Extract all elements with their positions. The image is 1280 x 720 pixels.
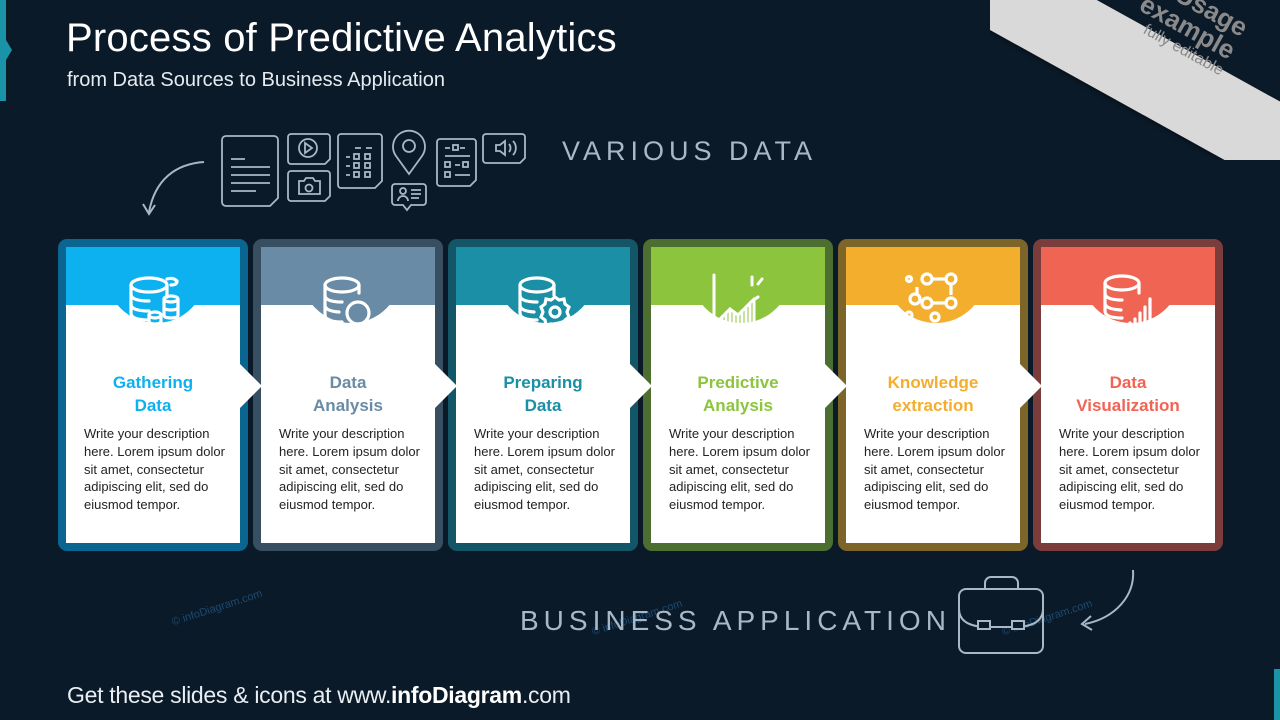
footer-prefix: Get these slides & icons at www. [67, 682, 392, 708]
growth-chart-icon [712, 273, 768, 329]
camera-icon [287, 170, 331, 202]
step-title-line-2: extraction [892, 396, 974, 415]
step-title: Gathering Data [66, 371, 240, 417]
step-title-line-2: Visualization [1076, 396, 1180, 415]
step-title-line-1: Preparing [503, 373, 583, 392]
database-chart-icon [1103, 274, 1158, 331]
step-description: Write your description here. Lorem ipsum… [84, 426, 225, 513]
various-data-label: VARIOUS DATA [562, 136, 818, 166]
document-icon [221, 135, 279, 207]
audio-icon [482, 133, 526, 164]
step-description: Write your description here. Lorem ipsum… [864, 426, 1005, 513]
step-title-line-1: Data [1109, 373, 1147, 392]
process-step-card: Gathering Data Write your description he… [58, 239, 262, 551]
database-badge-icon [518, 276, 571, 335]
card-body: Knowledge extraction Write your descript… [846, 247, 1042, 543]
curved-arrow-left-icon [1080, 569, 1135, 631]
process-step-card: Predictive Analysis Write your descripti… [643, 239, 847, 551]
step-title-line-1: Predictive [697, 373, 779, 392]
chevron-right-icon [435, 364, 457, 408]
contact-card-icon [391, 183, 427, 212]
briefcase-icon [958, 576, 1044, 654]
card-body: Data Visualization Write your descriptio… [1041, 247, 1215, 543]
step-title: Data Analysis [261, 371, 435, 417]
step-description: Write your description here. Lorem ipsum… [474, 426, 615, 513]
data-sources-icons [221, 129, 526, 212]
process-step-card: Preparing Data Write your description he… [448, 239, 652, 551]
spreadsheet-icon [337, 133, 383, 189]
card-body: Gathering Data Write your description he… [66, 247, 262, 543]
chevron-right-icon [630, 364, 652, 408]
footer-promo: Get these slides & icons at www.infoDiag… [67, 682, 571, 709]
footer-suffix: .com [521, 682, 571, 708]
database-search-icon [323, 276, 377, 332]
process-step-card: Data Visualization Write your descriptio… [1033, 239, 1223, 551]
step-description: Write your description here. Lorem ipsum… [279, 426, 420, 513]
step-title-line-2: Data [524, 396, 562, 415]
play-video-icon [287, 133, 331, 165]
step-description: Write your description here. Lorem ipsum… [669, 426, 810, 513]
chevron-right-icon [240, 364, 262, 408]
process-step-card: Data Analysis Write your description her… [253, 239, 457, 551]
page-title: Process of Predictive Analytics [66, 16, 617, 60]
footer-brand[interactable]: infoDiagram [391, 682, 522, 708]
chevron-right-icon [825, 364, 847, 408]
step-title: Preparing Data [456, 371, 630, 417]
step-title: Knowledge extraction [846, 371, 1020, 417]
step-title-line-1: Data [329, 373, 367, 392]
step-title-line-2: Analysis [313, 396, 383, 415]
card-body: Preparing Data Write your description he… [456, 247, 652, 543]
watermark: © infoDiagram.com [170, 587, 264, 629]
network-nodes-icon [904, 272, 958, 333]
usage-example-ribbon: Usage example fully editable [990, 0, 1280, 160]
database-coins-icon [129, 276, 180, 332]
page-subtitle: from Data Sources to Business Applicatio… [67, 69, 445, 91]
step-description: Write your description here. Lorem ipsum… [1059, 426, 1200, 513]
business-application-label: BUSINESS APPLICATION [520, 605, 951, 636]
step-title-line-1: Gathering [112, 373, 194, 392]
step-title-line-2: Analysis [703, 396, 773, 415]
step-title: Predictive Analysis [651, 371, 825, 417]
accent-bar-right [1274, 669, 1280, 720]
step-title: Data Visualization [1041, 371, 1215, 417]
form-icon [436, 138, 477, 187]
accent-bar-left-tip [6, 40, 12, 60]
chevron-right-icon [1020, 364, 1042, 408]
location-pin-icon [392, 129, 426, 176]
step-title-line-2: Data [134, 396, 172, 415]
card-body: Data Analysis Write your description her… [261, 247, 457, 543]
step-title-line-1: Knowledge [887, 373, 979, 392]
process-step-card: Knowledge extraction Write your descript… [838, 239, 1042, 551]
card-body: Predictive Analysis Write your descripti… [651, 247, 847, 543]
